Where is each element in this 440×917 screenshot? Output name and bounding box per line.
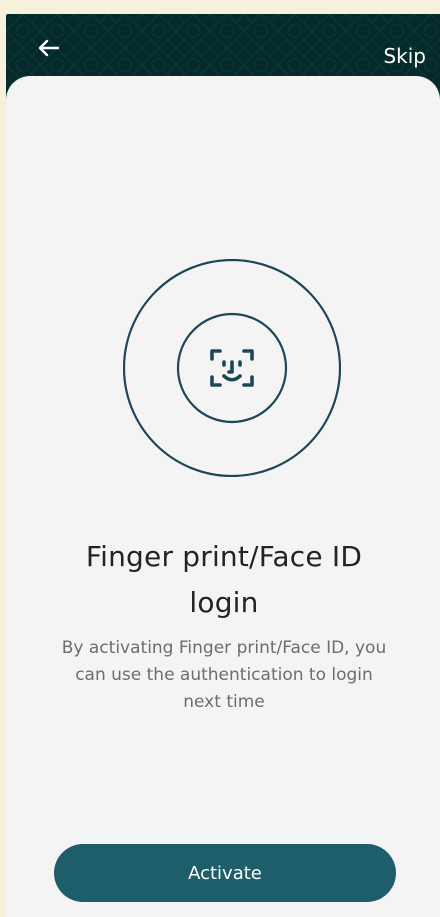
face-id-icon [123,259,341,477]
skip-button[interactable]: Skip [383,42,426,70]
content-card: Finger print/Face ID login By activating… [6,76,440,917]
arrow-left-icon [38,39,60,57]
page-title: Finger print/Face ID login [54,534,394,626]
title-line-1: Finger print/Face ID [85,540,363,573]
description-line-3: next time [183,692,265,712]
description-line-2: can use the authentication to login [75,665,373,685]
face-id-setup-screen: Skip Finger print/Face ID login By activ… [0,0,440,917]
title-line-2: login [189,586,259,619]
description-text: By activating Finger print/Face ID, you … [49,635,399,716]
description-line-1: By activating Finger print/Face ID, you [61,638,387,658]
activate-button[interactable]: Activate [54,844,396,902]
back-button[interactable] [28,27,70,69]
